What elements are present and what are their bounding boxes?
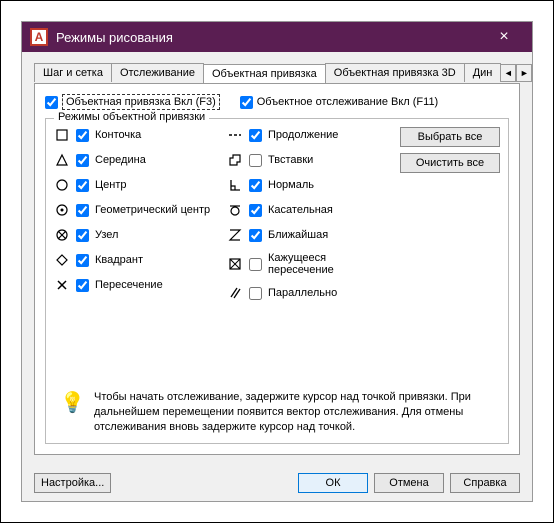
snap-perpendicular: Нормаль: [227, 177, 388, 193]
apparent-label: Кажущееся пересечение: [268, 252, 388, 276]
tab-scroll-right-icon[interactable]: ►: [516, 64, 532, 82]
osnap-on-checkbox[interactable]: Объектная привязка Вкл (F3): [45, 94, 220, 110]
snap-geocenter: Геометрический центр: [54, 202, 215, 218]
parallel-icon: [227, 285, 243, 301]
insertion-icon: [227, 152, 243, 168]
quadrant-label: Квадрант: [95, 254, 143, 266]
center-label: Центр: [95, 179, 127, 191]
node-checkbox[interactable]: [76, 229, 89, 242]
apparent-icon: [227, 256, 243, 272]
titlebar: Режимы рисования ×: [22, 22, 532, 52]
osnap-on-input[interactable]: [45, 96, 58, 109]
snap-node: Узел: [54, 227, 215, 243]
nearest-label: Ближайшая: [268, 229, 328, 241]
lightbulb-icon: 💡: [60, 390, 84, 435]
extension-label: Продолжение: [268, 129, 338, 141]
tab-dyn[interactable]: Дин: [464, 63, 502, 82]
otrack-on-input[interactable]: [240, 96, 253, 109]
center-icon: [54, 177, 70, 193]
snap-apparent: Кажущееся пересечение: [227, 252, 388, 276]
snap-endpoint: Конточка: [54, 127, 215, 143]
midpoint-icon: [54, 152, 70, 168]
midpoint-label: Середина: [95, 154, 146, 166]
perpendicular-label: Нормаль: [268, 179, 314, 191]
tab-tracking[interactable]: Отслеживание: [111, 63, 204, 82]
settings-button[interactable]: Настройка...: [34, 473, 111, 493]
select-all-button[interactable]: Выбрать все: [400, 127, 500, 147]
osnap-on-label: Объектная привязка Вкл (F3): [62, 94, 220, 110]
insertion-label: Твставки: [268, 154, 313, 166]
endpoint-icon: [54, 127, 70, 143]
snap-parallel: Параллельно: [227, 285, 388, 301]
geocenter-icon: [54, 202, 70, 218]
snap-extension: Продолжение: [227, 127, 388, 143]
window-title: Режимы рисования: [56, 30, 484, 45]
perpendicular-checkbox[interactable]: [249, 179, 262, 192]
ok-button[interactable]: ОК: [298, 473, 368, 493]
insertion-checkbox[interactable]: [249, 154, 262, 167]
clear-all-button[interactable]: Очистить все: [400, 153, 500, 173]
nearest-icon: [227, 227, 243, 243]
snap-nearest: Ближайшая: [227, 227, 388, 243]
snap-tangent: Касательная: [227, 202, 388, 218]
geocenter-label: Геометрический центр: [95, 204, 210, 216]
extension-icon: [227, 127, 243, 143]
snap-insertion: Твставки: [227, 152, 388, 168]
tab-panel: Объектная привязка Вкл (F3) Объектное от…: [34, 84, 520, 455]
endpoint-label: Конточка: [95, 129, 141, 141]
tangent-icon: [227, 202, 243, 218]
snap-modes-group: Режимы объектной привязки КонточкаСереди…: [45, 118, 509, 444]
apparent-checkbox[interactable]: [249, 258, 262, 271]
tangent-checkbox[interactable]: [249, 204, 262, 217]
cancel-button[interactable]: Отмена: [374, 473, 444, 493]
hint-text: Чтобы начать отслеживание, задержите кур…: [94, 390, 494, 435]
close-icon[interactable]: ×: [484, 28, 524, 46]
snap-midpoint: Середина: [54, 152, 215, 168]
midpoint-checkbox[interactable]: [76, 154, 89, 167]
tab-step-grid[interactable]: Шаг и сетка: [34, 63, 112, 82]
geocenter-checkbox[interactable]: [76, 204, 89, 217]
app-icon: [30, 28, 48, 46]
dialog-footer: Настройка... ОК Отмена Справка: [22, 465, 532, 501]
parallel-checkbox[interactable]: [249, 287, 262, 300]
snap-quadrant: Квадрант: [54, 252, 215, 268]
nearest-checkbox[interactable]: [249, 229, 262, 242]
snap-intersection: Пересечение: [54, 277, 215, 293]
otrack-on-label: Объектное отслеживание Вкл (F11): [257, 96, 438, 108]
tangent-label: Касательная: [268, 204, 333, 216]
quadrant-checkbox[interactable]: [76, 254, 89, 267]
tab-strip: Шаг и сетка Отслеживание Объектная привя…: [34, 62, 520, 84]
hint-row: 💡 Чтобы начать отслеживание, задержите к…: [54, 382, 500, 435]
endpoint-checkbox[interactable]: [76, 129, 89, 142]
tab-object-snap[interactable]: Объектная привязка: [203, 64, 326, 83]
snap-center: Центр: [54, 177, 215, 193]
intersection-label: Пересечение: [95, 279, 163, 291]
tab-object-snap-3d[interactable]: Объектная привязка 3D: [325, 63, 465, 82]
perpendicular-icon: [227, 177, 243, 193]
parallel-label: Параллельно: [268, 287, 337, 299]
quadrant-icon: [54, 252, 70, 268]
node-label: Узел: [95, 229, 118, 241]
snap-modes-legend: Режимы объектной привязки: [54, 111, 209, 123]
dialog: Режимы рисования × Шаг и сетка Отслежива…: [21, 21, 533, 502]
center-checkbox[interactable]: [76, 179, 89, 192]
tab-scroll-left-icon[interactable]: ◄: [500, 64, 516, 82]
extension-checkbox[interactable]: [249, 129, 262, 142]
otrack-on-checkbox[interactable]: Объектное отслеживание Вкл (F11): [240, 94, 438, 110]
intersection-checkbox[interactable]: [76, 279, 89, 292]
intersection-icon: [54, 277, 70, 293]
node-icon: [54, 227, 70, 243]
help-button[interactable]: Справка: [450, 473, 520, 493]
